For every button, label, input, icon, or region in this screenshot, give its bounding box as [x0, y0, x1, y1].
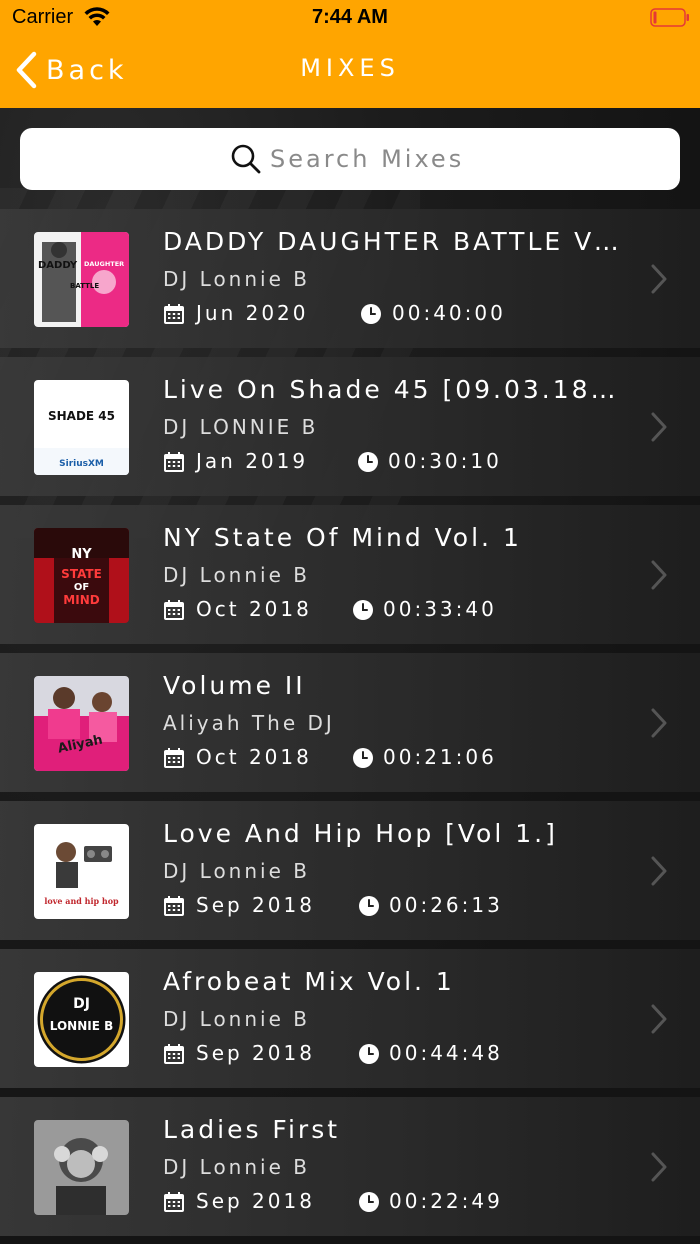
- mix-title: Ladies First: [163, 1115, 341, 1144]
- chevron-right-icon: [651, 1152, 667, 1182]
- mix-artist: Aliyah The DJ: [163, 711, 335, 735]
- mix-date: Sep 2018: [196, 893, 315, 917]
- mix-duration: 00:44:48: [389, 1041, 503, 1065]
- calendar-icon: [164, 1044, 184, 1064]
- mix-date: Jan 2019: [196, 449, 309, 473]
- bw-portrait-cover: [34, 1120, 129, 1215]
- svg-text:LONNIE B: LONNIE B: [50, 1019, 114, 1033]
- svg-text:love and hip hop: love and hip hop: [44, 896, 119, 906]
- mix-meta: Oct 2018 00:21:06: [163, 745, 623, 773]
- mix-title: Afrobeat Mix Vol. 1: [163, 967, 455, 996]
- red-ny-cover: NY STATE OF MIND: [34, 528, 129, 623]
- search-input[interactable]: [270, 145, 470, 173]
- mix-duration: 00:40:00: [392, 301, 506, 325]
- svg-text:MIND: MIND: [63, 593, 99, 607]
- mix-meta: Sep 2018 00:22:49: [163, 1189, 623, 1217]
- calendar-icon: [164, 1192, 184, 1212]
- mix-title: Love And Hip Hop [Vol 1.]: [163, 819, 558, 848]
- clock-icon: [358, 452, 378, 472]
- calendar-icon: [164, 452, 184, 472]
- mix-title: DADDY DAUGHTER BATTLE VOL…: [163, 227, 623, 256]
- calendar-icon: [164, 748, 184, 768]
- svg-text:DADDY: DADDY: [38, 260, 78, 271]
- mix-artist: DJ LONNIE B: [163, 415, 319, 439]
- mix-duration: 00:22:49: [389, 1189, 503, 1213]
- chevron-right-icon: [651, 264, 667, 294]
- svg-text:STATE: STATE: [61, 567, 102, 581]
- mix-artist: DJ Lonnie B: [163, 563, 310, 587]
- mix-artist: DJ Lonnie B: [163, 1155, 310, 1179]
- mix-duration: 00:33:40: [383, 597, 497, 621]
- mix-duration: 00:30:10: [388, 449, 502, 473]
- svg-text:DAUGHTER: DAUGHTER: [84, 260, 124, 268]
- mix-row[interactable]: Aliyah Volume II Aliyah The DJ Oct 2018 …: [0, 653, 700, 792]
- cover-art: NY STATE OF MIND: [34, 528, 129, 623]
- mix-title: Volume II: [163, 671, 306, 700]
- mix-row[interactable]: Ladies First DJ Lonnie B Sep 2018 00:22:…: [0, 1097, 700, 1236]
- mix-artist: DJ Lonnie B: [163, 267, 310, 291]
- mix-date: Sep 2018: [196, 1041, 315, 1065]
- chevron-right-icon: [651, 708, 667, 738]
- clock-icon: [359, 1044, 379, 1064]
- mix-title: Live On Shade 45 [09.03.18] […: [163, 375, 623, 404]
- mixes-content: DADDY DAUGHTER BATTLE DADDY DAUGHTER BAT…: [0, 108, 700, 1244]
- mix-meta: Oct 2018 00:33:40: [163, 597, 623, 625]
- calendar-icon: [164, 896, 184, 916]
- svg-text:BATTLE: BATTLE: [70, 282, 99, 290]
- navigation-bar: Back MIXES: [0, 40, 700, 104]
- svg-text:SHADE 45: SHADE 45: [48, 409, 115, 423]
- love-hiphop-cover: love and hip hop: [34, 824, 129, 919]
- chevron-right-icon: [651, 1004, 667, 1034]
- calendar-icon: [164, 304, 184, 324]
- shade45-siriusxm-cover: SHADE 45 SiriusXM: [34, 380, 129, 475]
- status-bar: Carrier 7:44 AM: [0, 0, 700, 36]
- clock-icon: [361, 304, 381, 324]
- svg-text:NY: NY: [71, 547, 92, 562]
- mix-meta: Jan 2019 00:30:10: [163, 449, 623, 477]
- pink-aliyah-cover: Aliyah: [34, 676, 129, 771]
- mix-row[interactable]: love and hip hop Love And Hip Hop [Vol 1…: [0, 801, 700, 940]
- cover-art: [34, 1120, 129, 1215]
- chevron-right-icon: [651, 560, 667, 590]
- dj-lonnie-b-logo-cover: DJ LONNIE B: [34, 972, 129, 1067]
- pink-battle-cover: DADDY DAUGHTER BATTLE: [34, 232, 129, 327]
- search-bar[interactable]: [20, 128, 680, 190]
- clock-icon: [359, 1192, 379, 1212]
- mix-date: Oct 2018: [196, 597, 312, 621]
- clock-icon: [359, 896, 379, 916]
- mix-row[interactable]: DJ LONNIE B Afrobeat Mix Vol. 1 DJ Lonni…: [0, 949, 700, 1088]
- mix-duration: 00:26:13: [389, 893, 503, 917]
- clock-icon: [353, 600, 373, 620]
- mix-date: Sep 2018: [196, 1189, 315, 1213]
- calendar-icon: [164, 600, 184, 620]
- mix-meta: Sep 2018 00:26:13: [163, 893, 623, 921]
- cover-art: Aliyah: [34, 676, 129, 771]
- mix-duration: 00:21:06: [383, 745, 497, 769]
- page-title: MIXES: [300, 54, 400, 82]
- cover-art: DJ LONNIE B: [34, 972, 129, 1067]
- chevron-right-icon: [651, 412, 667, 442]
- battery-icon: [650, 8, 689, 27]
- svg-text:OF: OF: [74, 582, 89, 593]
- mix-meta: Jun 2020 00:40:00: [163, 301, 623, 329]
- app-header: Carrier 7:44 AM Back MIXES: [0, 0, 700, 108]
- svg-text:DJ: DJ: [73, 996, 90, 1012]
- cover-art: love and hip hop: [34, 824, 129, 919]
- svg-text:SiriusXM: SiriusXM: [59, 459, 104, 469]
- mix-row[interactable]: DADDY DAUGHTER BATTLE DADDY DAUGHTER BAT…: [0, 209, 700, 348]
- mix-date: Oct 2018: [196, 745, 312, 769]
- cover-art: SHADE 45 SiriusXM: [34, 380, 129, 475]
- mix-meta: Sep 2018 00:44:48: [163, 1041, 623, 1069]
- status-time: 7:44 AM: [312, 6, 388, 28]
- clock-icon: [353, 748, 373, 768]
- mix-artist: DJ Lonnie B: [163, 859, 310, 883]
- chevron-right-icon: [651, 856, 667, 886]
- cover-art: DADDY DAUGHTER BATTLE: [34, 232, 129, 327]
- mix-date: Jun 2020: [196, 301, 309, 325]
- mix-row[interactable]: SHADE 45 SiriusXM Live On Shade 45 [09.0…: [0, 357, 700, 496]
- mix-row[interactable]: NY STATE OF MIND NY State Of Mind Vol. 1…: [0, 505, 700, 644]
- search-icon: [231, 144, 261, 174]
- mix-artist: DJ Lonnie B: [163, 1007, 310, 1031]
- mix-title: NY State Of Mind Vol. 1: [163, 523, 522, 552]
